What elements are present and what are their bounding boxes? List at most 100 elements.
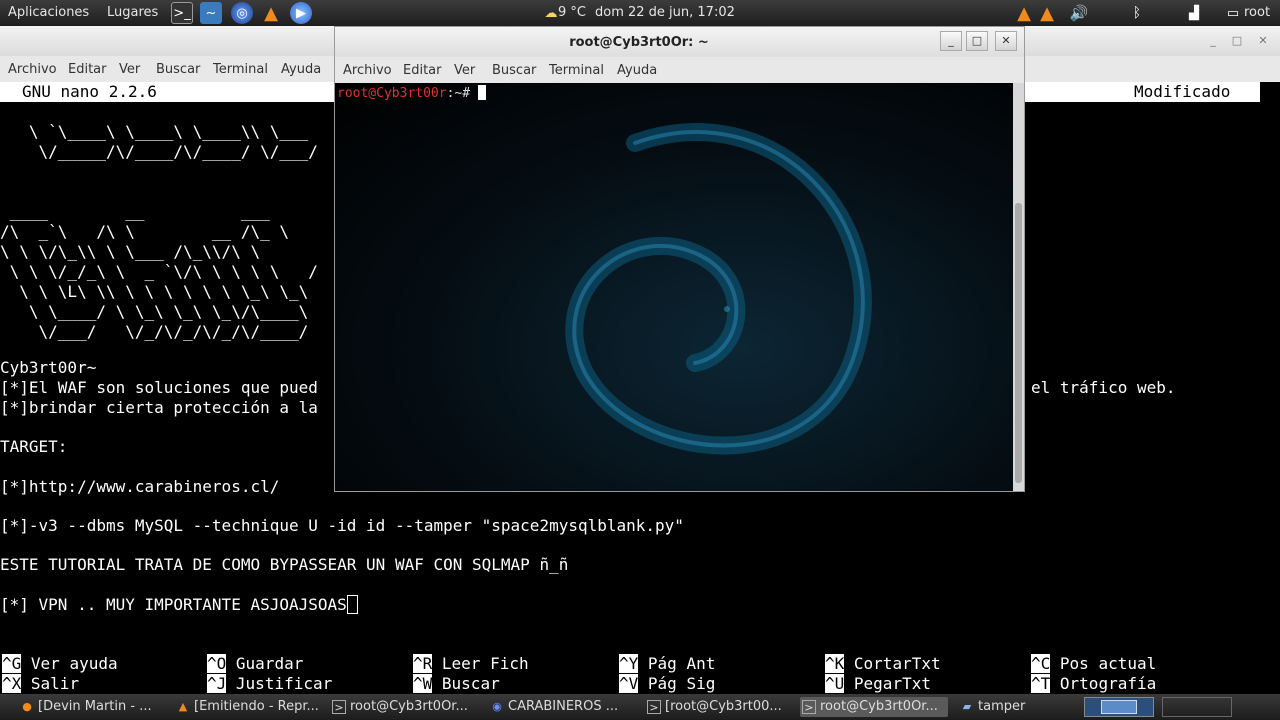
task-firefox[interactable]: ● [Devin Martin - ...	[18, 697, 158, 717]
terminal-launcher-icon[interactable]: >_	[171, 2, 193, 24]
terminal-cursor	[477, 85, 486, 100]
shortcut-label: Guardar	[235, 654, 304, 673]
menu-ayuda[interactable]: Ayuda	[617, 63, 657, 78]
shortcut-paste[interactable]: ^U PegarTxt	[825, 674, 931, 693]
maximize-icon[interactable]: □	[966, 31, 988, 51]
shortcut-label: Buscar	[441, 674, 500, 693]
workspace-2[interactable]	[1162, 697, 1232, 717]
folder-icon: ▰	[962, 700, 972, 713]
front-window-titlebar[interactable]: root@Cyb3rt0Or: ~ _ □ ✕	[335, 27, 1024, 57]
ascii-line: \ \ \/_/_\ \ _ `\/\ \ \ \ \ /	[0, 262, 318, 281]
monitor-launcher-icon[interactable]: ~	[200, 2, 222, 24]
ascii-line: ____ __ ___	[0, 202, 270, 221]
menu-editar[interactable]: Editar	[68, 62, 107, 77]
shortcut-key: ^C	[1031, 654, 1051, 673]
task-label: [Devin Martin - ...	[38, 699, 152, 714]
content-line: [*]http://www.carabineros.cl/	[0, 477, 280, 496]
menu-buscar[interactable]: Buscar	[156, 62, 200, 77]
shortcut-key: ^V	[619, 674, 639, 693]
task-terminal-2[interactable]: > [root@Cyb3rt00...	[645, 697, 793, 717]
browser-launcher-icon[interactable]: ◎	[231, 2, 253, 24]
content-line: Cyb3rt00r~	[0, 358, 97, 377]
minimize-icon[interactable]: _	[1206, 34, 1220, 48]
task-terminal-3[interactable]: > root@Cyb3rt0Or...	[800, 697, 948, 717]
close-icon[interactable]: ✕	[995, 31, 1017, 51]
task-folder[interactable]: ▰ tamper	[958, 697, 1068, 717]
applications-menu[interactable]: Aplicaciones	[8, 5, 89, 20]
close-icon[interactable]: ✕	[1256, 34, 1270, 48]
ascii-line: \ \____/ \ \_\ \_\ \_\/\____\	[0, 302, 309, 321]
scrollbar-thumb[interactable]	[1015, 203, 1022, 483]
menu-archivo[interactable]: Archivo	[8, 62, 57, 77]
shortcut-key: ^J	[207, 674, 227, 693]
firefox-icon: ●	[22, 700, 32, 713]
task-vlc[interactable]: ▲ [Emitiendo - Repr...	[174, 697, 322, 717]
shortcut-prev-page[interactable]: ^Y Pág Ant	[619, 654, 715, 673]
vlc-launcher-icon[interactable]: ▲	[260, 2, 282, 24]
nano-status: Modificado	[1134, 82, 1231, 101]
front-terminal-window: root@Cyb3rt0Or: ~ _ □ ✕ Archivo Editar V…	[334, 26, 1025, 492]
weather-temperature[interactable]: 9 °C	[558, 5, 586, 20]
content-line: TARGET:	[0, 437, 68, 456]
shortcut-label: Salir	[30, 674, 80, 693]
shortcut-exit[interactable]: ^X Salir	[2, 674, 79, 693]
vlc-tray-icon[interactable]: ▲	[1013, 2, 1035, 24]
clock[interactable]: dom 22 de jun, 17:02	[595, 5, 735, 20]
task-label: [Emitiendo - Repr...	[194, 699, 319, 714]
menu-archivo[interactable]: Archivo	[343, 63, 392, 78]
shortcut-read-file[interactable]: ^R Leer Fich	[413, 654, 529, 673]
terminal-area[interactable]: root@Cyb3rt00r:~#	[335, 83, 1013, 491]
menu-ver[interactable]: Ver	[119, 62, 140, 77]
menu-ver[interactable]: Ver	[454, 63, 475, 78]
media-player-launcher-icon[interactable]: ▶	[290, 2, 312, 24]
shell-prompt: root@Cyb3rt00r:~#	[337, 85, 486, 101]
vlc-tray-icon-2[interactable]: ▲	[1036, 2, 1058, 24]
menu-ayuda[interactable]: Ayuda	[281, 62, 321, 77]
terminal-icon: >	[802, 700, 816, 714]
shortcut-cut[interactable]: ^K CortarTxt	[825, 654, 941, 673]
shortcut-help[interactable]: ^G Ver ayuda	[2, 654, 118, 673]
ascii-line: \ `\____\ \____\ \____\\ \___	[0, 122, 309, 141]
shortcut-key: ^K	[825, 654, 845, 673]
network-signal-icon[interactable]: ▟	[1183, 2, 1205, 24]
menu-terminal[interactable]: Terminal	[549, 63, 604, 78]
task-terminal-1[interactable]: > root@Cyb3rt0Or...	[330, 697, 478, 717]
ascii-line: \/_____/\/____/\/____/ \/___/	[0, 142, 318, 161]
chat-icon[interactable]: ▭	[1222, 2, 1244, 24]
shortcut-key: ^O	[207, 654, 227, 673]
task-label: root@Cyb3rt0Or...	[350, 699, 468, 714]
menu-terminal[interactable]: Terminal	[213, 62, 268, 77]
user-menu[interactable]: root	[1244, 5, 1270, 20]
workspace-1[interactable]	[1101, 700, 1137, 714]
prompt-user: root@Cyb3rt00r	[337, 86, 447, 101]
shortcut-label: Pos actual	[1059, 654, 1157, 673]
shortcut-search[interactable]: ^W Buscar	[413, 674, 500, 693]
content-line: [*] VPN .. MUY IMPORTANTE ASJOAJSOAS	[0, 595, 347, 614]
task-browser[interactable]: ◉ CARABINEROS ...	[488, 697, 636, 717]
shortcut-label: PegarTxt	[853, 674, 931, 693]
shortcut-key: ^T	[1031, 674, 1051, 693]
text-cursor	[346, 595, 358, 614]
menu-buscar[interactable]: Buscar	[492, 63, 536, 78]
menu-editar[interactable]: Editar	[403, 63, 442, 78]
front-menubar: Archivo Editar Ver Buscar Terminal Ayuda	[335, 57, 1024, 83]
minimize-icon[interactable]: _	[940, 31, 962, 51]
shortcut-next-page[interactable]: ^V Pág Sig	[619, 674, 715, 693]
ascii-line: \ \ \/\_\\ \ \___ /\_\\/\ \	[0, 242, 261, 261]
scrollbar[interactable]	[1013, 83, 1024, 491]
shortcut-cur-pos[interactable]: ^C Pos actual	[1031, 654, 1156, 673]
places-menu[interactable]: Lugares	[107, 5, 158, 20]
shortcut-label: Leer Fich	[441, 654, 529, 673]
bluetooth-icon[interactable]: ᛒ	[1126, 2, 1148, 24]
task-label: root@Cyb3rt0Or...	[820, 699, 938, 714]
maximize-icon[interactable]: □	[1230, 34, 1244, 48]
shortcut-save[interactable]: ^O Guardar	[207, 654, 303, 673]
ascii-line: \ \ \L\ \\ \ \ \ \ \ \ \_\ \_\	[0, 282, 309, 301]
workspace-switcher[interactable]	[1084, 697, 1154, 717]
shortcut-justify[interactable]: ^J Justificar	[207, 674, 332, 693]
prompt-path: :~#	[446, 86, 478, 101]
shortcut-spell[interactable]: ^T Ortografía	[1031, 674, 1156, 693]
volume-icon[interactable]: 🔊	[1068, 2, 1090, 24]
shortcut-label: Justificar	[235, 674, 333, 693]
shortcut-key: ^G	[2, 654, 22, 673]
